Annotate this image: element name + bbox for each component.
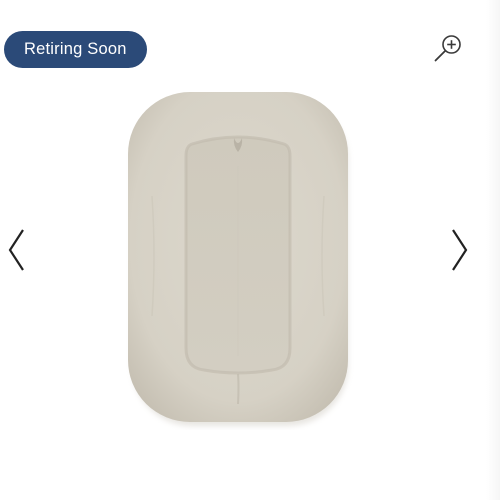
chevron-right-icon xyxy=(452,229,468,271)
gallery-edge-shade xyxy=(486,0,500,500)
product-image[interactable] xyxy=(122,86,354,430)
next-image-button[interactable] xyxy=(448,226,470,274)
zoom-in-icon xyxy=(434,35,461,62)
product-image-gallery: Retiring Soon xyxy=(0,0,500,500)
baby-lounger-illustration xyxy=(128,92,348,426)
retiring-soon-badge: Retiring Soon xyxy=(4,31,147,68)
previous-image-button[interactable] xyxy=(6,226,28,274)
chevron-left-icon xyxy=(8,229,24,271)
zoom-button[interactable] xyxy=(433,32,465,64)
